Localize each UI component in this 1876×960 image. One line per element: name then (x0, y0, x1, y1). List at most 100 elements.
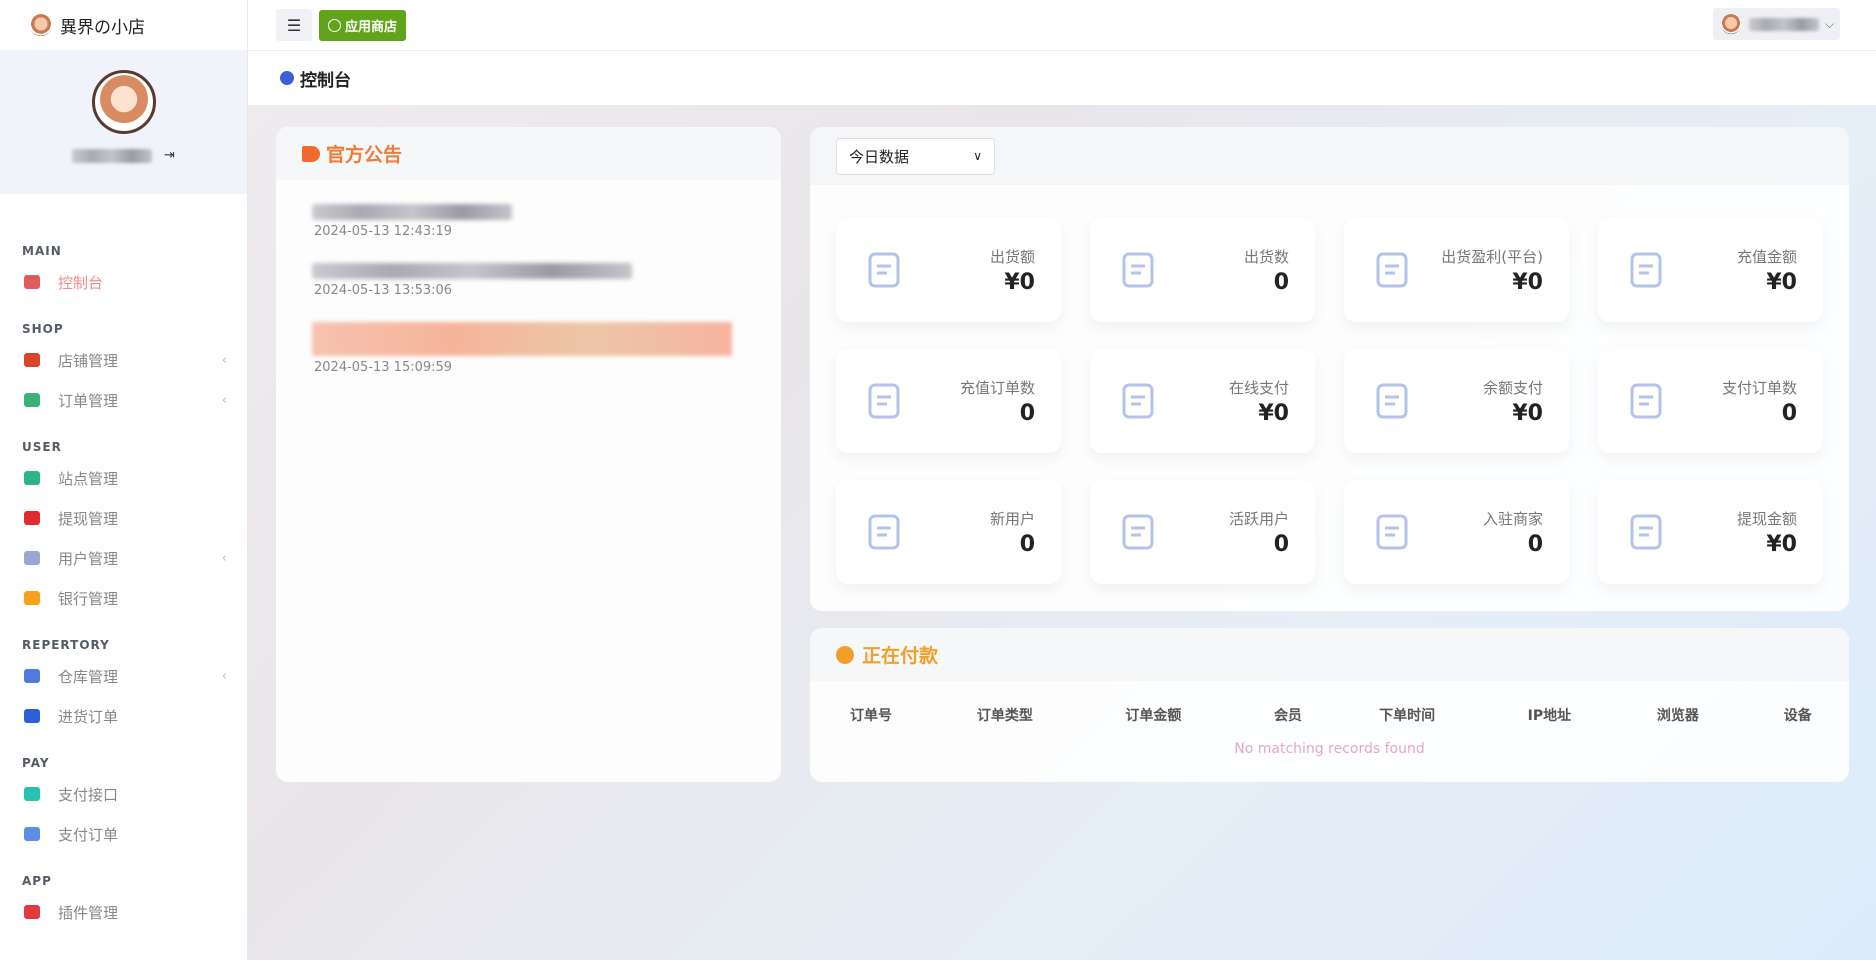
sidebar-item-icon (24, 591, 40, 605)
stats-grid: 出货额 ¥0 出货数 0 出货盈利(平台) ¥0 充值金额 ¥0 充值订单数 0 在线支付 ¥0 余额支… (836, 218, 1823, 584)
column-header[interactable]: 会员 (1234, 701, 1339, 729)
sidebar-item-label: 支付订单 (58, 825, 119, 844)
app-store-label: 应用商店 (345, 19, 398, 35)
avatar[interactable] (91, 70, 156, 134)
sidebar-item[interactable]: 插件管理 (0, 892, 247, 932)
stat-value: ¥0 (1258, 401, 1289, 426)
app-store-icon (328, 18, 341, 32)
announcement-text-redacted (312, 263, 632, 279)
stat-label: 出货数 (1243, 248, 1289, 266)
stat-value: ¥0 (1512, 270, 1543, 295)
sidebar-item-icon (24, 709, 40, 723)
payments-title: 正在付款 (862, 645, 939, 667)
sidebar-item[interactable]: 仓库管理 ‹ (0, 656, 247, 696)
sidebar-item-label: 用户管理 (58, 549, 119, 568)
menu-icon: ☰ (286, 15, 302, 35)
stats-card: 今日数据 ∨ 出货额 ¥0 出货数 0 出货盈利(平台) ¥0 充值金额 ¥0 充值订单数 0 在线支… (810, 127, 1849, 611)
user-menu[interactable]: ⌵ (1713, 8, 1840, 40)
logout-icon[interactable]: ⇥ (164, 148, 175, 163)
stat-label: 出货额 (989, 248, 1035, 266)
sidebar-item[interactable]: 控制台 (0, 262, 247, 302)
stat-card: 出货盈利(平台) ¥0 (1344, 218, 1569, 322)
stat-label: 新用户 (989, 510, 1035, 528)
sidebar-section-title: APP (22, 874, 52, 888)
sidebar-item[interactable]: 提现管理 (0, 498, 247, 538)
sidebar-item[interactable]: 店铺管理 ‹ (0, 340, 247, 380)
dashboard-icon (280, 71, 294, 85)
stat-card: 支付订单数 0 (1598, 349, 1823, 453)
column-header[interactable]: 设备 (1744, 701, 1849, 729)
stat-card: 新用户 0 (836, 480, 1061, 584)
stat-value: 0 (1527, 532, 1543, 557)
user-name-redacted (1749, 17, 1819, 31)
sidebar-item-icon (24, 393, 40, 407)
monitor-yen-icon (1122, 383, 1154, 419)
stat-card: 出货数 0 (1090, 218, 1315, 322)
column-header[interactable]: 订单类型 (937, 701, 1086, 729)
announcement-title: 官方公告 (326, 144, 403, 166)
brand[interactable]: 異界の小店 (0, 0, 247, 50)
chevron-down-icon: ∨ (973, 149, 982, 163)
sidebar-item[interactable]: 用户管理 ‹ (0, 538, 247, 578)
empty-message: No matching records found (1234, 741, 1425, 757)
sidebar-item-label: 仓库管理 (58, 667, 119, 686)
sidebar-item-icon (24, 669, 40, 683)
column-header[interactable]: 浏览器 (1617, 701, 1744, 729)
stat-label: 提现金额 (1736, 510, 1797, 528)
sidebar-item-icon (24, 551, 40, 565)
sidebar-item-icon (24, 905, 40, 919)
announcement-item[interactable]: 2024-05-13 15:09:59 (312, 322, 781, 375)
stat-label: 活跃用户 (1228, 510, 1289, 528)
document-icon (1122, 252, 1154, 288)
stat-card: 充值金额 ¥0 (1598, 218, 1823, 322)
chevron-left-icon: ‹ (221, 668, 227, 684)
stat-label: 出货盈利(平台) (1441, 248, 1543, 266)
stat-label: 在线支付 (1228, 379, 1289, 397)
sidebar-section-title: REPERTORY (22, 638, 110, 652)
sidebar-item[interactable]: 支付接口 (0, 774, 247, 814)
menu-toggle-button[interactable]: ☰ (276, 9, 312, 41)
stat-card: 在线支付 ¥0 (1090, 349, 1315, 453)
stat-value: 0 (1273, 270, 1289, 295)
column-header[interactable]: IP地址 (1488, 701, 1617, 729)
sidebar-nav: MAIN 控制台 SHOP 店铺管理 ‹ 订单管理 ‹ USER 站点管理 提现管理 用户管理 ‹ 银行… (0, 194, 247, 932)
sidebar-item[interactable]: 站点管理 (0, 458, 247, 498)
chevron-down-icon: ⌵ (1825, 16, 1835, 31)
invoice-yen-icon (868, 383, 900, 419)
range-select[interactable]: 今日数据 ∨ (836, 137, 995, 175)
sidebar-item-label: 进货订单 (58, 707, 119, 726)
stat-card: 余额支付 ¥0 (1344, 349, 1569, 453)
announcement-item[interactable]: 2024-05-13 12:43:19 (312, 204, 781, 239)
app-store-button[interactable]: 应用商店 (319, 9, 407, 41)
column-header[interactable]: 订单金额 (1085, 701, 1234, 729)
column-header[interactable]: 下单时间 (1339, 701, 1488, 729)
stat-label: 支付订单数 (1721, 379, 1797, 397)
range-select-value: 今日数据 (849, 147, 910, 166)
stat-card: 充值订单数 0 (836, 349, 1061, 453)
stat-value: ¥0 (1512, 401, 1543, 426)
sidebar-item[interactable]: 进货订单 (0, 696, 247, 736)
stat-value: ¥0 (1766, 532, 1797, 557)
column-header[interactable]: 订单号 (810, 701, 937, 729)
announcement-item[interactable]: 2024-05-13 13:53:06 (312, 263, 781, 298)
sidebar-item[interactable]: 银行管理 (0, 578, 247, 618)
shop-enter-icon (1376, 514, 1408, 550)
username-redacted (72, 148, 153, 163)
stat-value: 0 (1019, 401, 1035, 426)
chevron-left-icon: ‹ (221, 352, 227, 368)
sidebar-item-label: 银行管理 (58, 589, 119, 608)
stat-card: 提现金额 ¥0 (1598, 480, 1823, 584)
sidebar-item-label: 控制台 (58, 273, 104, 292)
stat-card: 活跃用户 0 (1090, 480, 1315, 584)
topbar: ☰ 应用商店 ⌵ (248, 0, 1876, 51)
sidebar-item[interactable]: 订单管理 ‹ (0, 380, 247, 420)
card-icon (1630, 252, 1662, 288)
stat-label: 余额支付 (1482, 379, 1543, 397)
profile: ⇥ (0, 50, 247, 194)
sidebar-item-icon (24, 511, 40, 525)
stat-value: 0 (1781, 401, 1797, 426)
stat-value: 0 (1273, 532, 1289, 557)
user-plus-icon (868, 514, 900, 550)
sidebar-item-icon (24, 471, 40, 485)
sidebar-item[interactable]: 支付订单 (0, 814, 247, 854)
